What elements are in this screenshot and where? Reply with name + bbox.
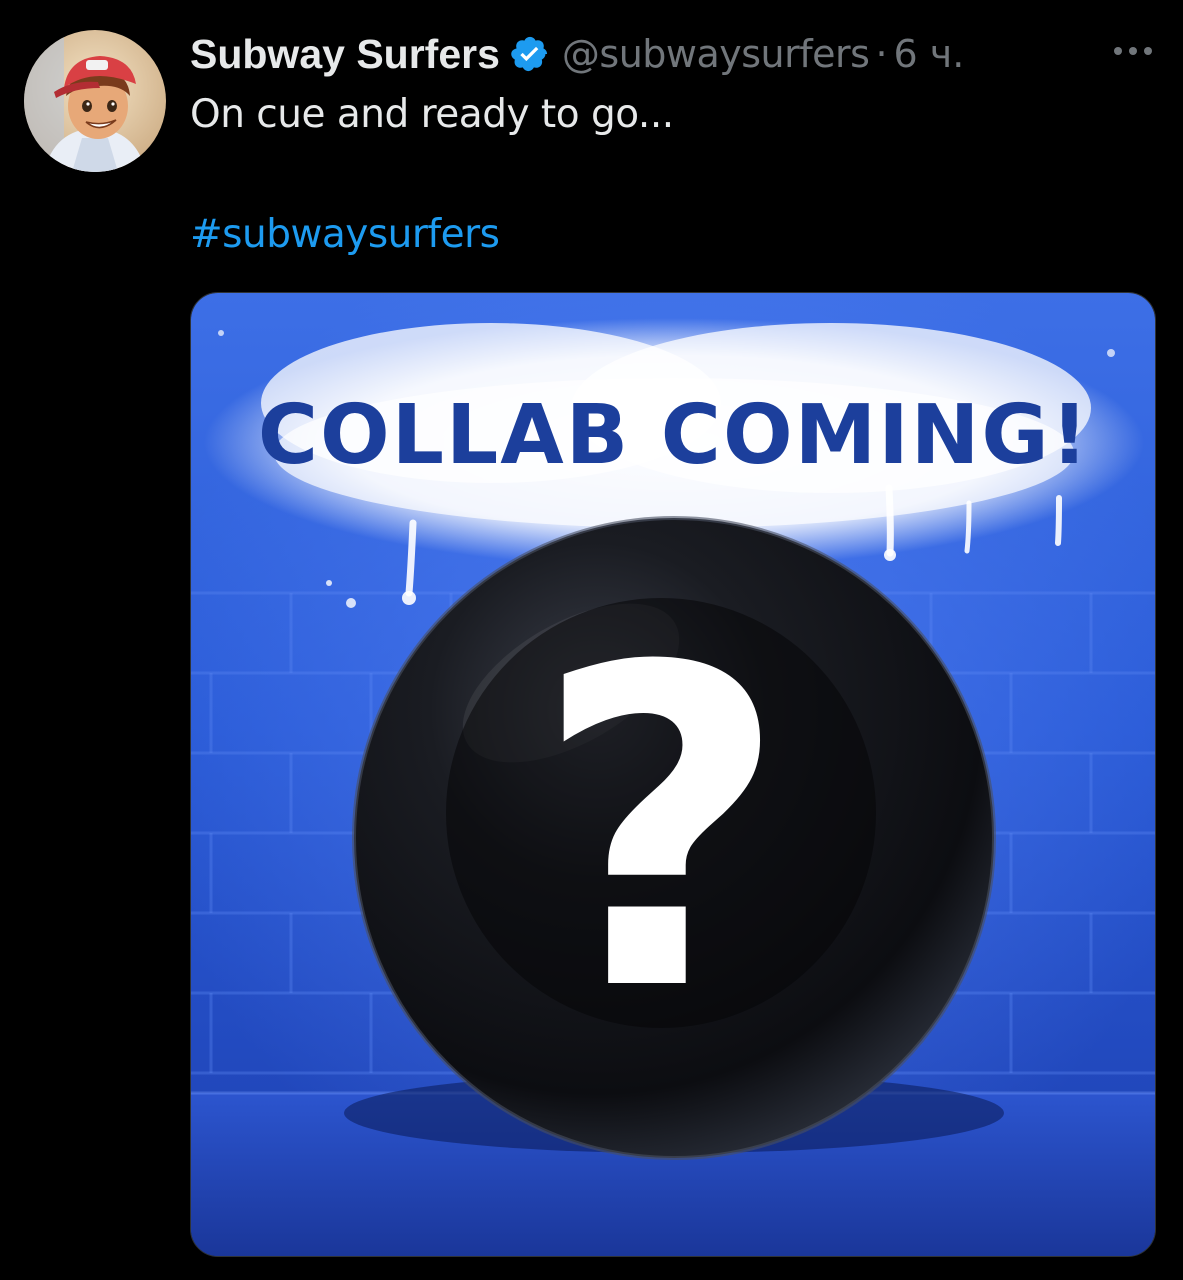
- hashtag-link[interactable]: #subwaysurfers: [190, 212, 500, 257]
- tweet-timestamp[interactable]: 6 ч.: [894, 32, 965, 76]
- more-options-button[interactable]: [1108, 36, 1158, 66]
- character-avatar-icon: [24, 30, 166, 172]
- header-separator: ·: [875, 32, 888, 76]
- author-avatar[interactable]: [24, 30, 166, 172]
- tweet-media-image[interactable]: COLLAB COMING! ?: [190, 292, 1156, 1257]
- author-handle[interactable]: @subwaysurfers: [562, 32, 870, 76]
- author-display-name[interactable]: Subway Surfers: [190, 31, 500, 78]
- tweet-header: Subway Surfers @subwaysurfers · 6 ч.: [190, 26, 964, 82]
- tweet[interactable]: Subway Surfers @subwaysurfers · 6 ч. On …: [0, 0, 1183, 1280]
- eight-ball: ?: [352, 516, 996, 1160]
- more-horizontal-icon: [1114, 47, 1152, 55]
- media-headline: COLLAB COMING!: [258, 388, 1090, 483]
- verified-badge-icon[interactable]: [510, 34, 550, 74]
- tweet-text: On cue and ready to go...: [190, 92, 674, 137]
- question-mark-icon: ?: [533, 575, 788, 1087]
